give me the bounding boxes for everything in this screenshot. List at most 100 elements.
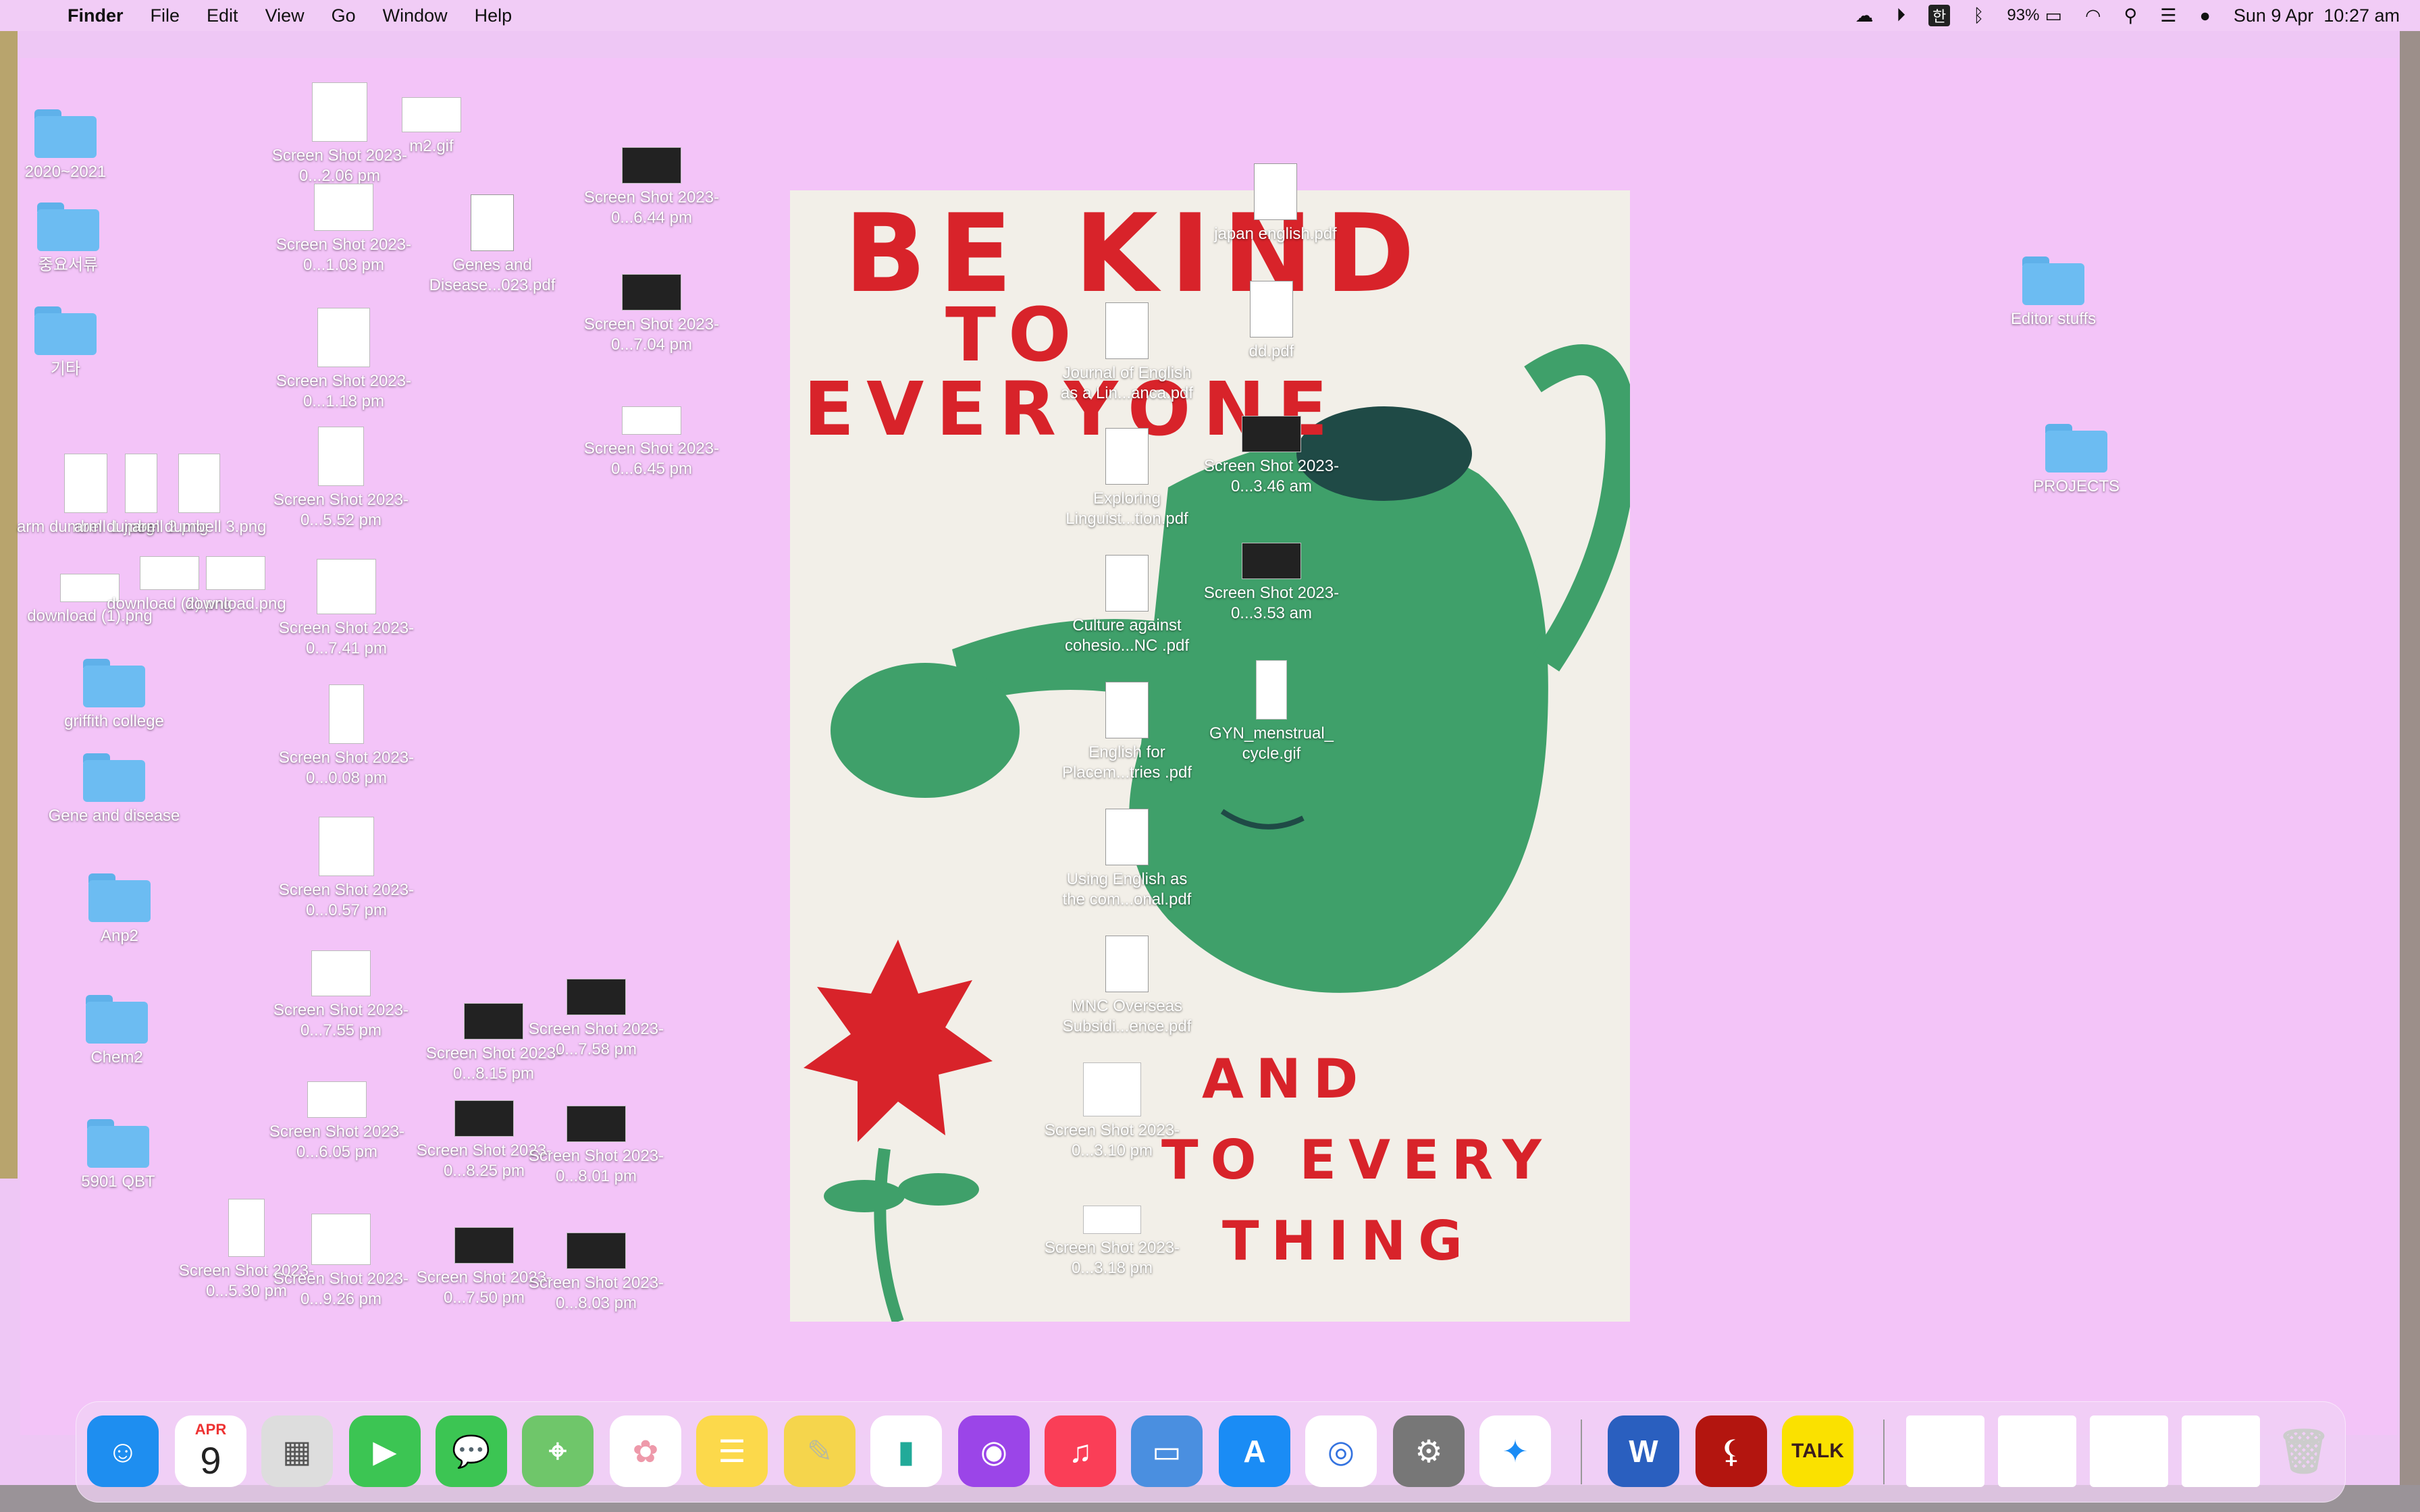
dock-notes-icon[interactable]: ☰ — [696, 1415, 768, 1487]
battery-icon[interactable]: ▭ — [2045, 5, 2062, 26]
poster-text-thing: THING — [1222, 1210, 1475, 1272]
menu-app-finder[interactable]: Finder — [68, 5, 124, 26]
file-icon[interactable]: Screen Shot 2023-0...3.46 am — [1201, 416, 1342, 497]
dock-trash-icon[interactable]: 🗑 — [2268, 1415, 2340, 1487]
file-icon[interactable]: Genes and Disease...023.pdf — [421, 194, 563, 296]
file-icon[interactable]: Screen Shot 2023-0...5.52 pm — [270, 427, 412, 531]
folder-icon[interactable]: griffith college — [43, 659, 185, 732]
folder-icon[interactable]: Editor stuffs — [1982, 256, 2124, 329]
folder-icon[interactable]: 5901 QBT — [47, 1119, 189, 1192]
creative-cloud-icon[interactable]: ☁ — [1855, 5, 1873, 26]
dock-finder-icon[interactable]: ☺ — [87, 1415, 159, 1487]
folder-label: 5901 QBT — [81, 1172, 155, 1191]
thumbnail-image — [1242, 543, 1301, 579]
dock-stickies-icon[interactable]: ✎ — [784, 1415, 856, 1487]
dock-chrome-icon[interactable]: ◎ — [1305, 1415, 1377, 1487]
menu-window[interactable]: Window — [383, 5, 448, 26]
file-icon[interactable]: dd.pdf — [1201, 281, 1342, 362]
dock-recent-window-preview[interactable] — [1998, 1415, 2076, 1487]
file-icon[interactable]: Screen Shot 2023-0...6.05 pm — [266, 1081, 408, 1162]
file-label: Screen Shot 2023-0...6.44 pm — [583, 188, 720, 227]
file-label: Screen Shot 2023-0...1.03 pm — [275, 236, 412, 274]
file-icon[interactable]: Screen Shot 2023-0...1.18 pm — [273, 308, 415, 412]
dock-maps-icon[interactable]: ⌖ — [522, 1415, 594, 1487]
menu-view[interactable]: View — [265, 5, 305, 26]
file-icon[interactable]: Screen Shot 2023-0...7.55 pm — [270, 950, 412, 1041]
file-icon[interactable]: Journal of English as a Lin...anca.pdf — [1056, 302, 1198, 404]
dock-safari-icon[interactable]: ✦ — [1479, 1415, 1551, 1487]
calendar-month: APR — [194, 1420, 227, 1438]
pdf-document-icon — [1105, 428, 1149, 485]
menu-file[interactable]: File — [151, 5, 180, 26]
file-icon[interactable]: Screen Shot 2023-0...3.10 pm — [1041, 1062, 1183, 1161]
file-icon[interactable]: Screen Shot 2023-0...0.57 pm — [275, 817, 417, 921]
dock-recent-window-preview[interactable] — [1906, 1415, 1984, 1487]
folder-icon[interactable]: Chem2 — [46, 995, 188, 1068]
file-icon[interactable]: Exploring Linguist...tion.pdf — [1056, 428, 1198, 529]
dock-acrobat-icon[interactable]: ⚸ — [1695, 1415, 1767, 1487]
spotlight-search-icon[interactable]: ⚲ — [2124, 5, 2138, 26]
menu-edit[interactable]: Edit — [207, 5, 238, 26]
dock-messages-icon[interactable]: 💬 — [436, 1415, 507, 1487]
file-icon[interactable]: Screen Shot 2023-0...0.08 pm — [275, 684, 417, 788]
dock-numbers-icon[interactable]: ▮ — [870, 1415, 942, 1487]
file-icon[interactable]: Culture against cohesio...NC .pdf — [1056, 555, 1198, 656]
file-icon[interactable]: MNC Overseas Subsidi...ence.pdf — [1056, 936, 1198, 1037]
dock-launchpad-icon[interactable]: ▦ — [261, 1415, 333, 1487]
folder-icon[interactable]: 기타 — [0, 306, 136, 379]
wifi-icon[interactable]: ◠ — [2085, 5, 2101, 26]
thumbnail-image — [622, 406, 681, 435]
file-icon[interactable]: Screen Shot 2023-0...6.45 pm — [581, 406, 722, 479]
folder-icon[interactable]: Gene and disease — [43, 753, 185, 826]
menu-clock[interactable]: Sun 9 Apr 10:27 am — [2234, 5, 2400, 26]
play-icon[interactable]: ⏵ — [1896, 5, 1905, 26]
file-label: Screen Shot 2023-0...5.52 pm — [273, 491, 409, 529]
file-icon[interactable]: Screen Shot 2023-0...7.58 pm — [525, 979, 667, 1060]
folder-icon[interactable]: PROJECTS — [2005, 424, 2147, 497]
bluetooth-icon[interactable]: ᛒ — [1973, 5, 1984, 26]
file-icon[interactable]: download.png — [165, 556, 307, 614]
control-center-icon[interactable]: ☰ — [2160, 5, 2176, 26]
file-icon[interactable]: Screen Shot 2023-0...9.26 pm — [270, 1214, 412, 1310]
dock-app-store-icon[interactable]: A — [1219, 1415, 1290, 1487]
folder-icon — [88, 873, 151, 922]
file-icon[interactable]: English for Placem...tries .pdf — [1056, 682, 1198, 783]
siri-icon[interactable]: ● — [2200, 5, 2211, 26]
file-icon[interactable]: arm dumbell 3.png — [128, 454, 270, 537]
folder-icon[interactable]: 2020~2021 — [0, 109, 136, 182]
menu-go[interactable]: Go — [332, 5, 356, 26]
dock-kakaotalk-icon[interactable]: TALK — [1782, 1415, 1853, 1487]
dock-podcasts-icon[interactable]: ◉ — [958, 1415, 1030, 1487]
dock-system-preferences-icon[interactable]: ⚙ — [1393, 1415, 1465, 1487]
dock-keynote-icon[interactable]: ▭ — [1131, 1415, 1203, 1487]
folder-label: 중요서류 — [38, 256, 99, 274]
menu-help[interactable]: Help — [475, 5, 512, 26]
input-method-icon[interactable]: 한 — [1928, 5, 1951, 26]
dock-music-icon[interactable]: ♫ — [1045, 1415, 1116, 1487]
dock-photos-icon[interactable]: ✿ — [610, 1415, 681, 1487]
dock-facetime-icon[interactable]: ▶ — [349, 1415, 421, 1487]
folder-icon — [86, 995, 148, 1044]
file-icon[interactable]: Screen Shot 2023-0...6.44 pm — [581, 147, 722, 228]
dock-recent-window-preview[interactable] — [2182, 1415, 2260, 1487]
file-icon[interactable]: Screen Shot 2023-0...8.01 pm — [525, 1106, 667, 1187]
folder-icon[interactable]: Anp2 — [49, 873, 190, 946]
dock-recent-window-preview[interactable] — [2090, 1415, 2168, 1487]
thumbnail-image — [454, 1227, 514, 1264]
folder-icon[interactable]: 중요서류 — [0, 202, 139, 275]
file-icon[interactable]: GYN_menstrual_ cycle.gif — [1201, 660, 1342, 764]
pdf-document-icon — [1105, 555, 1149, 612]
folder-label: Editor stuffs — [2010, 310, 2097, 328]
file-icon[interactable]: Screen Shot 2023-0...1.03 pm — [273, 184, 415, 275]
folder-label: Gene and disease — [48, 807, 180, 825]
dock-word-icon[interactable]: W — [1608, 1415, 1679, 1487]
file-icon[interactable]: japan english.pdf — [1205, 163, 1346, 244]
file-icon[interactable]: Using English as the com...onal.pdf — [1056, 809, 1198, 910]
file-label: Screen Shot 2023-0...7.41 pm — [278, 619, 415, 657]
file-icon[interactable]: m2.gif — [361, 97, 502, 157]
file-icon[interactable]: Screen Shot 2023-0...7.04 pm — [581, 274, 722, 355]
dock-calendar-icon[interactable]: APR 9 — [175, 1415, 246, 1487]
file-icon[interactable]: Screen Shot 2023-0...3.53 am — [1201, 543, 1342, 624]
file-icon[interactable]: Screen Shot 2023-0...3.18 pm — [1041, 1206, 1183, 1278]
file-icon[interactable]: Screen Shot 2023-0...8.03 pm — [525, 1233, 667, 1314]
